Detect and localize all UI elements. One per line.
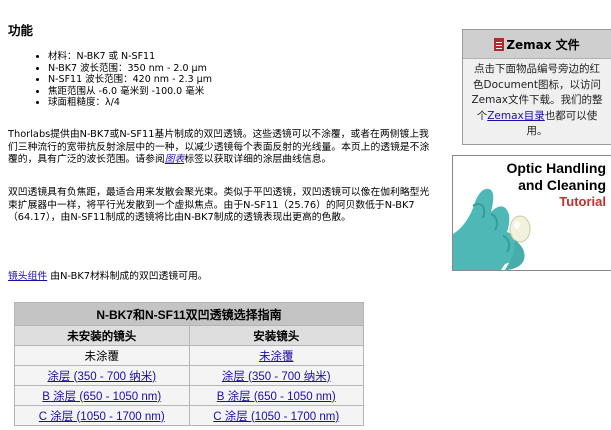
biconcave-paragraph: 双凹透镜具有负焦距，最适合用来发散会聚光束。类似于平凹透镜，双凹透镜可以像在伽利…: [8, 187, 430, 224]
feature-focal-range: 焦距范围从 -6.0 毫米到 -100.0 毫米: [48, 86, 212, 98]
cell-mounted-uncoated: 未涂覆: [188, 345, 364, 366]
table-row: B 涂层 (650 - 1050 nm) B 涂层 (650 - 1050 nm…: [14, 385, 364, 406]
mounted-c-coating-link[interactable]: C 涂层 (1050 - 1700 nm): [213, 411, 339, 423]
cell-unmounted-c: C 涂层 (1050 - 1700 nm): [14, 405, 190, 426]
tutorial-line2: and Cleaning: [518, 177, 606, 193]
mounted-b-coating-link[interactable]: B 涂层 (650 - 1050 nm): [217, 391, 336, 403]
lens-kits-text: 由N-BK7材料制成的双凹透镜可用。: [47, 271, 208, 282]
cell-mounted-c: C 涂层 (1050 - 1700 nm): [188, 405, 364, 426]
mounted-uncoated-link[interactable]: 未涂覆: [259, 351, 294, 363]
table-row: C 涂层 (1050 - 1700 nm) C 涂层 (1050 - 1700 …: [14, 405, 364, 426]
cell-unmounted-b: B 涂层 (650 - 1050 nm): [14, 385, 190, 406]
feature-sf11-range: N-SF11 波长范围：420 nm - 2.3 μm: [48, 74, 212, 86]
zemax-body: 点击下面物品编号旁边的红色Document图标，以访问Zemax文件下载。我们的…: [463, 59, 611, 140]
table-row: 涂层 (350 - 700 纳米) 涂层 (350 - 700 纳米): [14, 365, 364, 386]
zemax-files-box: Zemax 文件 点击下面物品编号旁边的红色Document图标，以访问Zema…: [462, 29, 611, 145]
feature-bk7-range: N-BK7 波长范围：350 nm - 2.0 μm: [48, 63, 212, 75]
features-heading: 功能: [8, 23, 34, 38]
unmounted-c-coating-link[interactable]: C 涂层 (1050 - 1700 nm): [39, 411, 165, 423]
selection-guide-table: N-BK7和N-SF11双凹透镜选择指南 未安装的镜头 安装镜头 未涂覆 未涂覆…: [14, 302, 364, 426]
zemax-header: Zemax 文件: [463, 30, 611, 59]
tutorial-line1: Optic Handling: [506, 160, 606, 176]
graphs-tab-link[interactable]: 图表: [165, 154, 185, 165]
tutorial-line3: Tutorial: [559, 194, 606, 209]
feature-material: 材料：N-BK7 或 N-SF11: [48, 51, 212, 63]
intro-paragraph: Thorlabs提供由N-BK7或N-SF11基片制成的双凹透镜。这些透镜可以不…: [8, 129, 438, 167]
zemax-catalog-link[interactable]: Zemax目录: [487, 110, 545, 122]
zemax-title: Zemax 文件: [506, 37, 580, 52]
table-row: 未涂覆 未涂覆: [14, 345, 364, 366]
optic-handling-tutorial-banner[interactable]: Optic Handling and Cleaning Tutorial: [452, 155, 611, 271]
intro-text-end: 标签以获取详细的涂层曲线信息。: [184, 154, 332, 166]
features-list: 材料：N-BK7 或 N-SF11 N-BK7 波长范围：350 nm - 2.…: [28, 51, 212, 109]
cell-mounted-b: B 涂层 (650 - 1050 nm): [188, 385, 364, 406]
col-unmounted: 未安装的镜头: [14, 325, 190, 346]
mounted-a-coating-link[interactable]: 涂层 (350 - 700 纳米): [222, 371, 331, 383]
unmounted-a-coating-link[interactable]: 涂层 (350 - 700 纳米): [47, 371, 156, 383]
col-mounted: 安装镜头: [188, 325, 364, 346]
cell-unmounted-uncoated: 未涂覆: [14, 345, 190, 366]
table-title: N-BK7和N-SF11双凹透镜选择指南: [14, 302, 364, 326]
feature-roughness: 球面粗糙度：λ/4: [48, 97, 212, 109]
cell-unmounted-a: 涂层 (350 - 700 纳米): [14, 365, 190, 386]
lens-kits-link[interactable]: 镜头组件: [8, 271, 47, 282]
pdf-document-icon: [494, 37, 505, 51]
unmounted-b-coating-link[interactable]: B 涂层 (650 - 1050 nm): [42, 391, 161, 403]
cell-mounted-a: 涂层 (350 - 700 纳米): [188, 365, 364, 386]
lens-kits-paragraph: 镜头组件 由N-BK7材料制成的双凹透镜可用。: [8, 271, 438, 284]
